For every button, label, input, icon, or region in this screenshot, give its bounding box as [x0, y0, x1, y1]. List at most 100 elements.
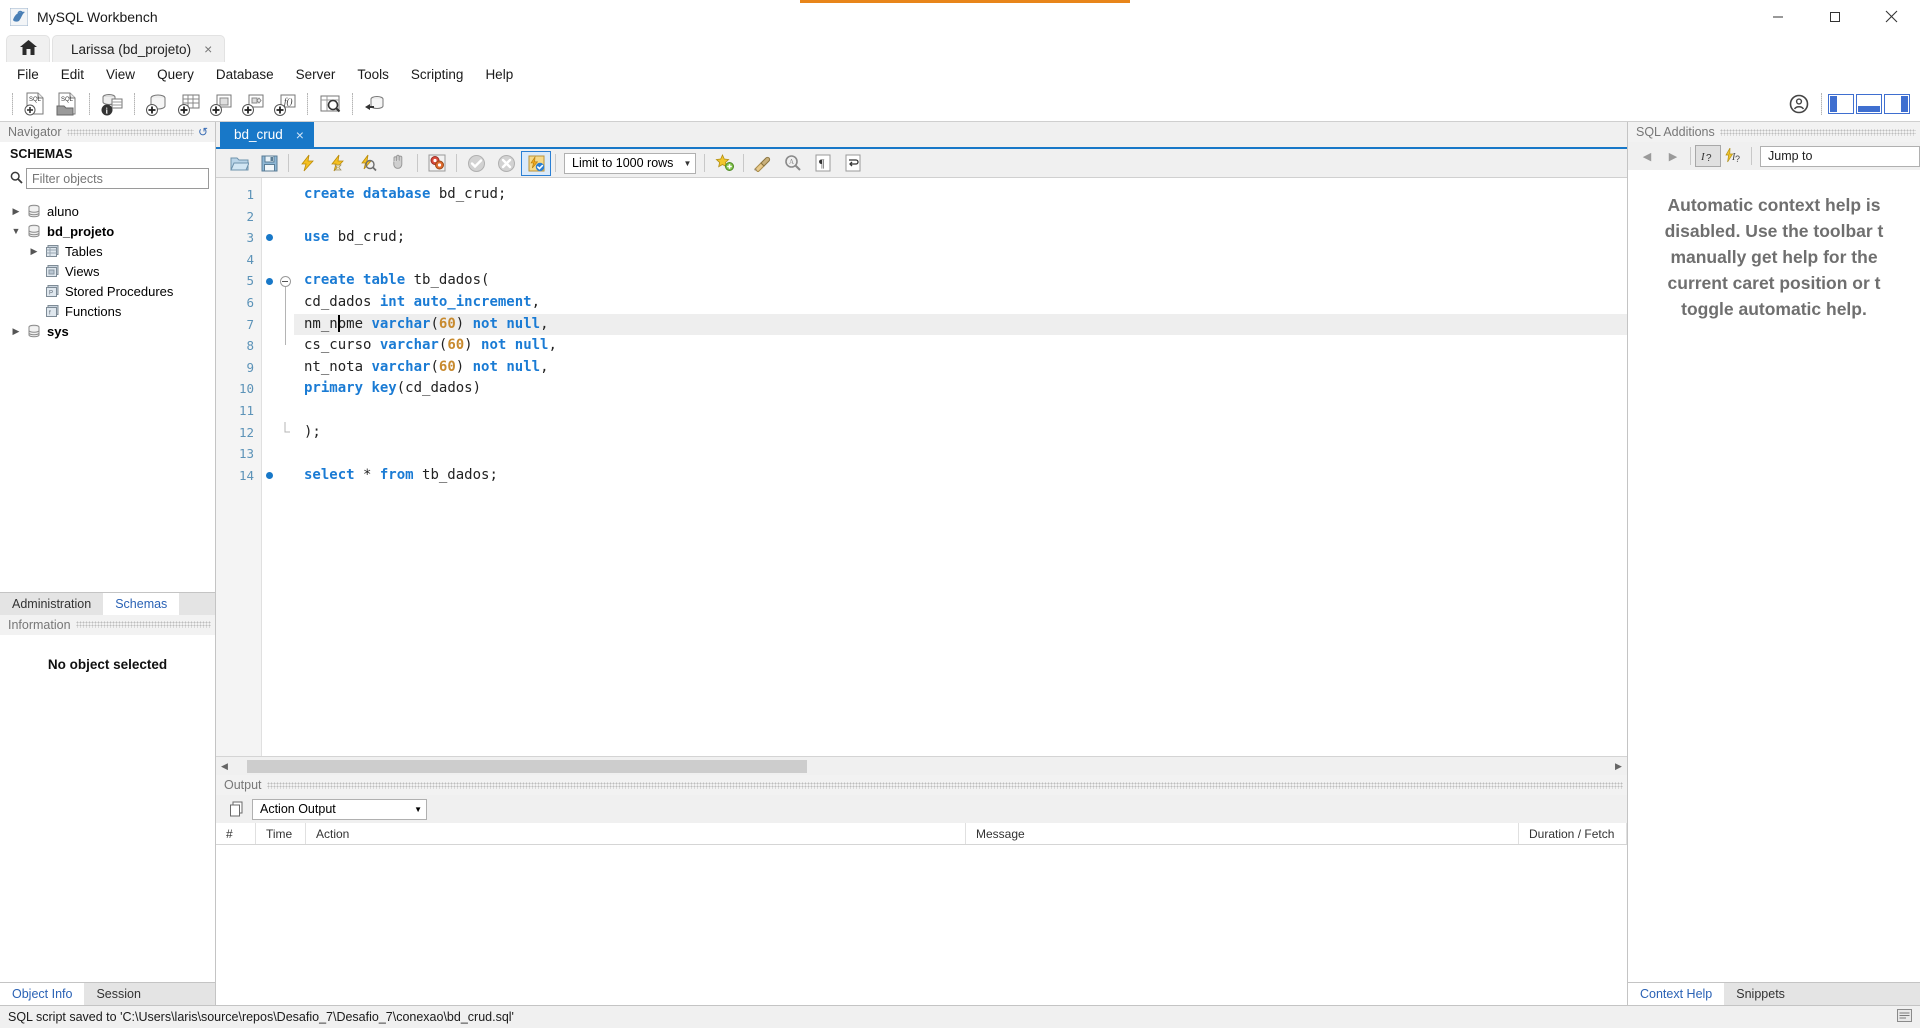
fold-slot [276, 314, 294, 336]
create-schema-icon[interactable] [141, 89, 173, 119]
account-circle-icon[interactable] [1783, 89, 1815, 119]
menu-query[interactable]: Query [146, 64, 205, 85]
sidebar-layout-right-button[interactable] [1884, 94, 1910, 114]
stop-execution-icon[interactable] [383, 151, 413, 176]
connection-info-icon[interactable]: i [96, 89, 128, 119]
scrollbar-thumb[interactable] [247, 759, 807, 773]
row-limit-value: Limit to 1000 rows [572, 156, 674, 170]
connection-tab-larissa[interactable]: Larissa (bd_projeto) × [52, 35, 226, 62]
tree-item-label: Views [65, 263, 100, 279]
tree-item-functions[interactable]: f Functions [0, 301, 215, 321]
menu-edit[interactable]: Edit [50, 64, 95, 85]
toggle-invisible-characters-icon[interactable]: ¶ [808, 151, 838, 176]
row-limit-select[interactable]: Limit to 1000 rows ▼ [564, 152, 697, 174]
column-header-duration-fetch[interactable]: Duration / Fetch [1519, 823, 1627, 844]
scroll-left-icon[interactable]: ◀ [216, 761, 233, 772]
menu-scripting[interactable]: Scripting [400, 64, 475, 85]
reconnect-server-icon[interactable] [359, 89, 391, 119]
menu-database[interactable]: Database [205, 64, 285, 85]
column-header-message[interactable]: Message [966, 823, 1519, 844]
inspect-table-icon[interactable] [314, 89, 346, 119]
find-icon[interactable]: A [778, 151, 808, 176]
toggle-word-wrap-icon[interactable] [838, 151, 868, 176]
chevron-right-icon[interactable]: ▶ [8, 326, 24, 337]
code-text-area[interactable]: create database bd_crud; use bd_crud; cr… [294, 178, 1627, 756]
toolbar-divider [1821, 93, 1822, 115]
chevron-down-icon[interactable]: ▼ [683, 159, 691, 168]
chevron-right-icon[interactable]: ▶ [8, 206, 24, 217]
sql-code-editor[interactable]: 1 2 3 4 5 6 7 8 9 10 11 12 13 14 create … [216, 178, 1627, 756]
scrollbar-track[interactable] [233, 759, 1610, 773]
column-header-action[interactable]: Action [306, 823, 966, 844]
automatic-help-toggle-icon[interactable]: I ? [1721, 145, 1747, 167]
open-script-icon[interactable] [224, 151, 254, 176]
back-icon[interactable]: ◀ [1634, 150, 1660, 163]
menu-help[interactable]: Help [474, 64, 524, 85]
save-snippet-icon[interactable] [709, 151, 739, 176]
sidebar-layout-bottom-button[interactable] [1856, 94, 1882, 114]
tab-administration[interactable]: Administration [0, 592, 104, 615]
menu-tools[interactable]: Tools [346, 64, 400, 85]
output-indicator-icon[interactable] [1897, 1009, 1912, 1025]
execute-icon[interactable] [293, 151, 323, 176]
context-help-icon[interactable]: I ? [1695, 145, 1721, 167]
tab-schemas[interactable]: Schemas [103, 592, 180, 615]
schema-tree: ▶ aluno ▼ bd_projeto ▶ Tables Views P St… [0, 195, 215, 592]
fold-toggle-icon[interactable] [276, 270, 294, 292]
code-folding-column[interactable] [276, 178, 294, 756]
jump-to-select[interactable]: Jump to [1760, 145, 1920, 167]
toggle-autocommit-icon[interactable] [521, 150, 551, 176]
execute-current-statement-icon[interactable] [323, 151, 353, 176]
column-header-index[interactable]: # [216, 823, 256, 844]
tab-session[interactable]: Session [84, 983, 153, 1005]
connection-tab-strip: Larissa (bd_projeto) × [0, 33, 1920, 62]
tab-context-help[interactable]: Context Help [1628, 983, 1725, 1005]
tree-item-sys[interactable]: ▶ sys [0, 321, 215, 341]
chevron-down-icon[interactable]: ▼ [414, 805, 422, 814]
explain-plan-icon[interactable] [353, 151, 383, 176]
main-body: Navigator ↺ SCHEMAS ▶ [0, 122, 1920, 1005]
maximize-button[interactable] [1806, 0, 1863, 33]
rollback-icon[interactable] [491, 151, 521, 176]
beautify-sql-icon[interactable] [748, 151, 778, 176]
minimize-button[interactable] [1749, 0, 1806, 33]
menu-file[interactable]: File [6, 64, 50, 85]
editor-horizontal-scrollbar[interactable]: ◀ ▶ [216, 756, 1627, 775]
close-icon[interactable]: × [296, 127, 304, 143]
commit-icon[interactable] [461, 151, 491, 176]
sql-editor-tab-bd-crud[interactable]: bd_crud × [220, 122, 314, 147]
new-sql-tab-icon[interactable]: SQL [19, 89, 51, 119]
output-view-select[interactable]: Action Output ▼ [252, 798, 427, 820]
tab-object-info[interactable]: Object Info [0, 983, 85, 1005]
create-function-icon[interactable]: f() [269, 89, 301, 119]
create-view-icon[interactable] [205, 89, 237, 119]
filter-objects-input[interactable] [26, 168, 209, 189]
chevron-right-icon[interactable]: ▶ [26, 246, 42, 257]
create-procedure-icon[interactable] [237, 89, 269, 119]
menu-server[interactable]: Server [285, 64, 347, 85]
tree-item-bd-projeto[interactable]: ▼ bd_projeto [0, 221, 215, 241]
column-header-time[interactable]: Time [256, 823, 306, 844]
tree-item-stored-procedures[interactable]: P Stored Procedures [0, 281, 215, 301]
tab-snippets[interactable]: Snippets [1724, 983, 1797, 1005]
sidebar-layout-left-button[interactable] [1828, 94, 1854, 114]
chevron-down-icon[interactable]: ▼ [8, 226, 24, 236]
navigator-caption: Navigator ↺ [0, 122, 215, 142]
tree-item-tables[interactable]: ▶ Tables [0, 241, 215, 261]
create-table-icon[interactable] [173, 89, 205, 119]
scroll-right-icon[interactable]: ▶ [1610, 761, 1627, 772]
close-icon[interactable]: × [204, 42, 212, 56]
menu-view[interactable]: View [95, 64, 146, 85]
stop-on-error-icon[interactable] [422, 151, 452, 176]
open-sql-script-icon[interactable]: SQL [51, 89, 83, 119]
save-script-icon[interactable] [254, 151, 284, 176]
close-button[interactable] [1863, 0, 1920, 33]
tabstrip-filler [313, 122, 1627, 147]
context-help-line-3: manually get help for the [1670, 247, 1878, 267]
home-tab[interactable] [6, 35, 50, 62]
tree-item-aluno[interactable]: ▶ aluno [0, 201, 215, 221]
refresh-icon[interactable]: ↺ [198, 125, 208, 139]
tree-item-views[interactable]: Views [0, 261, 215, 281]
copy-icon[interactable] [226, 801, 246, 817]
forward-icon[interactable]: ▶ [1660, 150, 1686, 163]
